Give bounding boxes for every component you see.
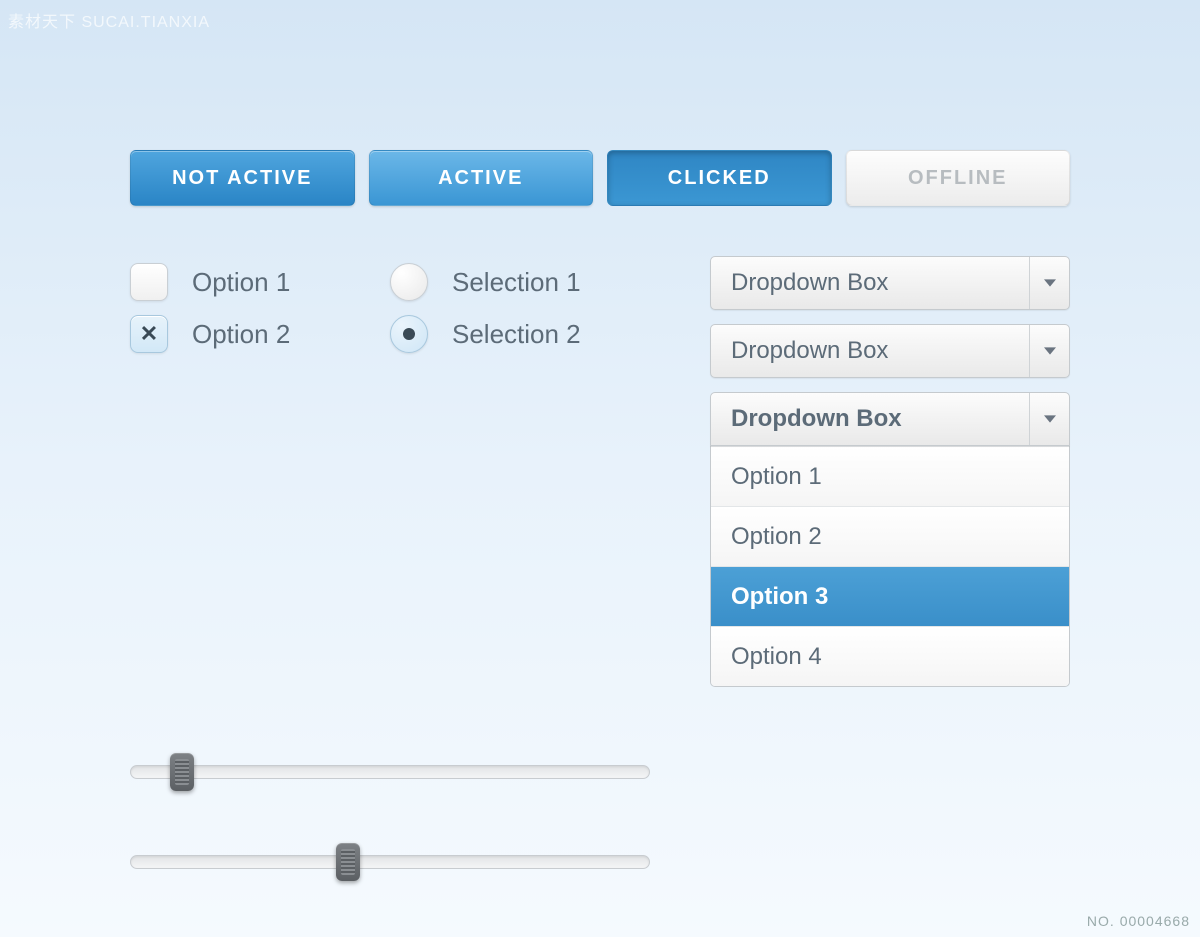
slider-track xyxy=(130,765,650,779)
radio-selected[interactable] xyxy=(390,315,428,353)
button-label: CLICKED xyxy=(668,167,771,190)
radio-column: Selection 1 Selection 2 xyxy=(390,256,670,687)
radio-unselected[interactable] xyxy=(390,263,428,301)
checkbox-checked[interactable]: ✕ xyxy=(130,315,168,353)
chevron-down-icon xyxy=(1044,413,1056,425)
controls-row: Option 1 ✕ Option 2 Selection 1 Selectio… xyxy=(130,256,1070,687)
dropdown-label: Dropdown Box xyxy=(711,269,1029,297)
checkbox-label: Option 1 xyxy=(192,267,290,298)
button-label: ACTIVE xyxy=(438,167,523,190)
dropdown-open[interactable]: Dropdown Box xyxy=(710,392,1070,446)
x-mark-icon: ✕ xyxy=(140,321,158,347)
watermark-top-left: 素材天下 SUCAI.TIANXIA xyxy=(8,8,210,32)
offline-button: OFFLINE xyxy=(846,150,1071,206)
chevron-down-icon xyxy=(1044,345,1056,357)
dropdown-option-selected[interactable]: Option 3 xyxy=(711,566,1069,626)
dropdown-option[interactable]: Option 1 xyxy=(711,446,1069,506)
slider-handle[interactable] xyxy=(170,753,194,791)
sliders-group xyxy=(130,747,650,887)
dropdown-column: Dropdown Box Dropdown Box Dropdown Box O… xyxy=(710,256,1070,687)
clicked-button[interactable]: CLICKED xyxy=(607,150,832,206)
dropdown-label: Dropdown Box xyxy=(711,337,1029,365)
dropdown-closed[interactable]: Dropdown Box xyxy=(710,324,1070,378)
dropdown-option[interactable]: Option 2 xyxy=(711,506,1069,566)
checkbox-unchecked[interactable] xyxy=(130,263,168,301)
checkbox-row: Option 1 xyxy=(130,256,350,308)
button-label: OFFLINE xyxy=(908,167,1008,190)
dropdown-closed[interactable]: Dropdown Box xyxy=(710,256,1070,310)
slider-track xyxy=(130,855,650,869)
checkbox-row: ✕ Option 2 xyxy=(130,308,350,360)
dropdown-label: Dropdown Box xyxy=(711,405,1029,433)
checkbox-label: Option 2 xyxy=(192,319,290,350)
slider[interactable] xyxy=(130,837,650,887)
radio-row: Selection 1 xyxy=(390,256,670,308)
dropdown-arrow xyxy=(1029,325,1069,377)
not-active-button[interactable]: NOT ACTIVE xyxy=(130,150,355,206)
radio-label: Selection 2 xyxy=(452,319,581,350)
button-row: NOT ACTIVE ACTIVE CLICKED OFFLINE xyxy=(130,150,1070,206)
dropdown-arrow xyxy=(1029,257,1069,309)
slider[interactable] xyxy=(130,747,650,797)
dropdown-option[interactable]: Option 4 xyxy=(711,626,1069,686)
button-label: NOT ACTIVE xyxy=(172,167,312,190)
active-button[interactable]: ACTIVE xyxy=(369,150,594,206)
ui-kit-canvas: NOT ACTIVE ACTIVE CLICKED OFFLINE Option… xyxy=(130,150,1070,927)
radio-dot-icon xyxy=(403,328,415,340)
watermark-bottom-right: NO. 00004668 xyxy=(1087,913,1190,929)
slider-handle[interactable] xyxy=(336,843,360,881)
dropdown-arrow xyxy=(1029,393,1069,445)
radio-row: Selection 2 xyxy=(390,308,670,360)
radio-label: Selection 1 xyxy=(452,267,581,298)
checkbox-column: Option 1 ✕ Option 2 xyxy=(130,256,350,687)
chevron-down-icon xyxy=(1044,277,1056,289)
dropdown-list: Option 1 Option 2 Option 3 Option 4 xyxy=(710,446,1070,687)
